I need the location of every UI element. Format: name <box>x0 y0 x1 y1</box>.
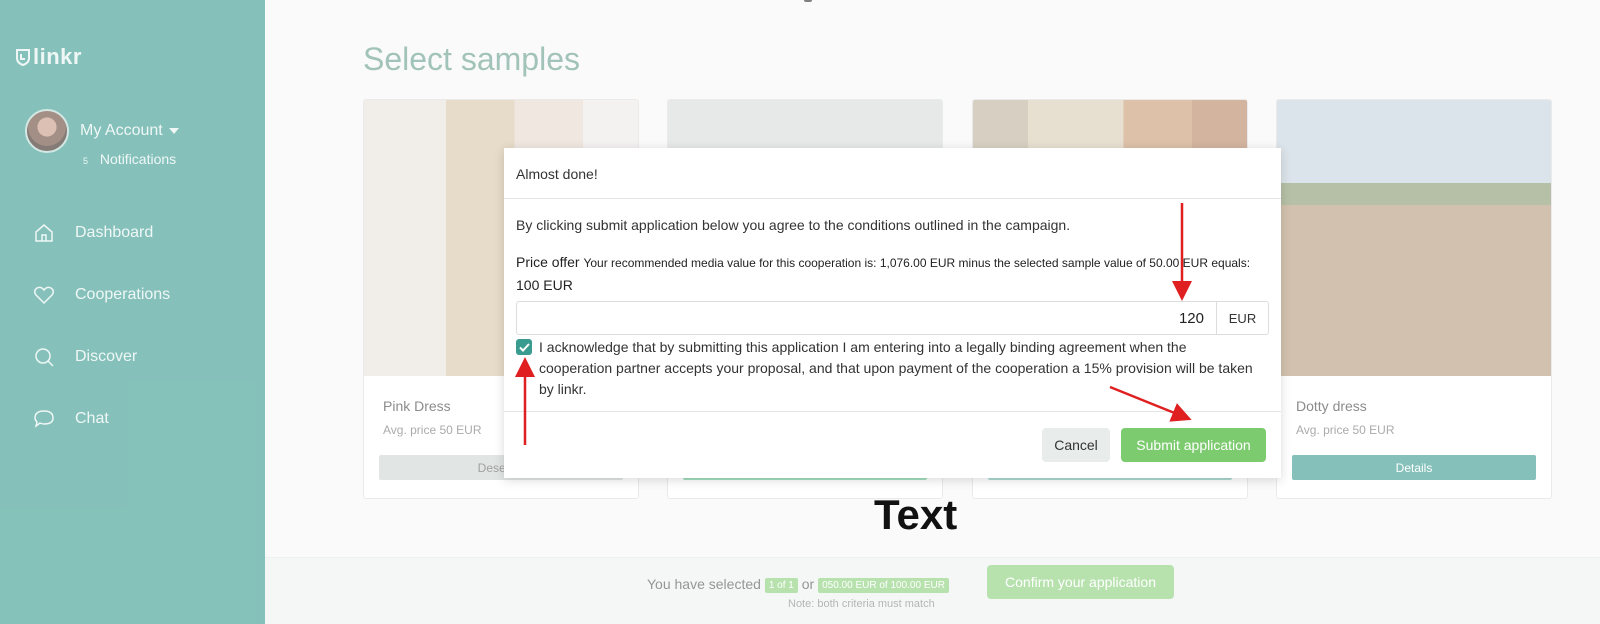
modal-description: By clicking submit application below you… <box>516 217 1071 233</box>
price-offer-line: Price offer Your recommended media value… <box>516 254 1250 270</box>
modal-footer: Cancel Submit application <box>504 411 1281 478</box>
submit-application-modal: Almost done! By clicking submit applicat… <box>504 148 1281 478</box>
modal-title: Almost done! <box>516 166 598 182</box>
price-offer-input[interactable] <box>516 301 1216 335</box>
annotation-text: Text <box>874 491 958 538</box>
cancel-button[interactable]: Cancel <box>1042 428 1110 462</box>
acknowledge-text: I acknowledge that by submitting this ap… <box>539 339 1253 397</box>
currency-addon: EUR <box>1216 301 1269 335</box>
price-offer-hint: Your recommended media value for this co… <box>583 256 1251 270</box>
submit-application-button[interactable]: Submit application <box>1121 428 1266 462</box>
price-offer-label: Price offer <box>516 254 580 270</box>
modal-header: Almost done! <box>504 148 1281 199</box>
recommended-value: 100 EUR <box>516 277 573 293</box>
checkmark-icon <box>518 342 530 352</box>
acknowledge-checkbox[interactable] <box>516 339 532 355</box>
